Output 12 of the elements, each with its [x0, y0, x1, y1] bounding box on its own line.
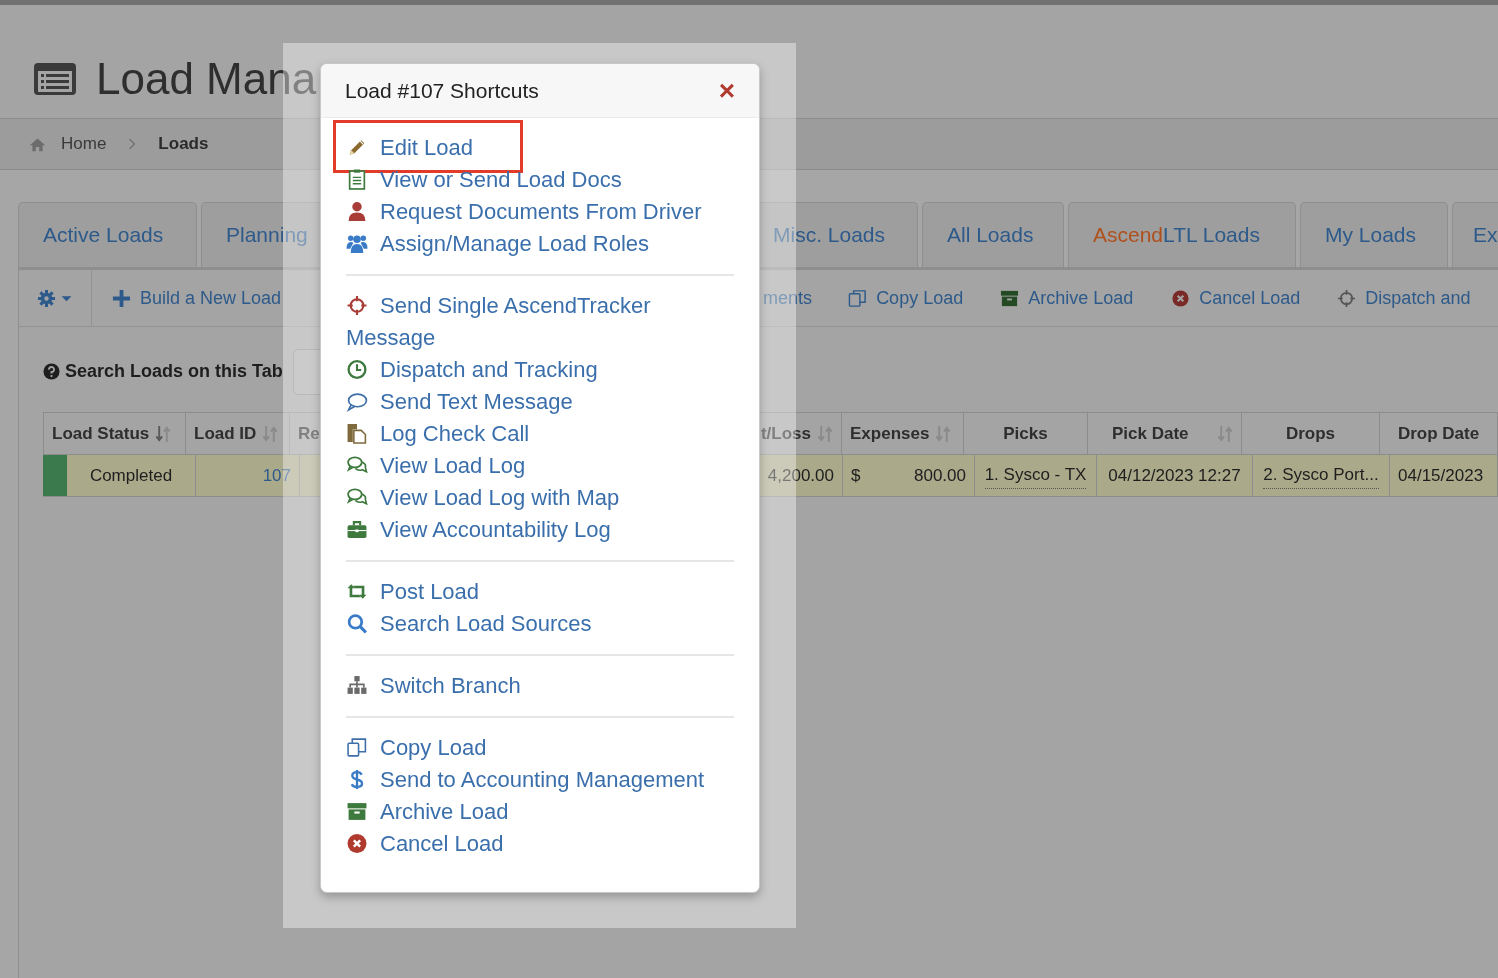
table-cell: Completed — [67, 455, 196, 496]
table-cell: 107 — [196, 455, 300, 496]
table-cell: 04/15/2023 — [1390, 455, 1498, 496]
amount: 800.00 — [914, 464, 966, 487]
popover-title: Load #107 Shortcuts — [345, 77, 539, 104]
table-cell: 2. Sysco Port... — [1253, 455, 1390, 496]
breadcrumb-current: Loads — [158, 133, 209, 156]
table-cell: 1. Sysco - TX — [975, 455, 1097, 496]
table-cell: 04/12/2023 12:27 — [1097, 455, 1253, 496]
currency-symbol: $ — [851, 464, 861, 487]
page-title: Load Mana — [96, 56, 317, 101]
search-label: Search Loads on this Tab — [65, 360, 283, 383]
